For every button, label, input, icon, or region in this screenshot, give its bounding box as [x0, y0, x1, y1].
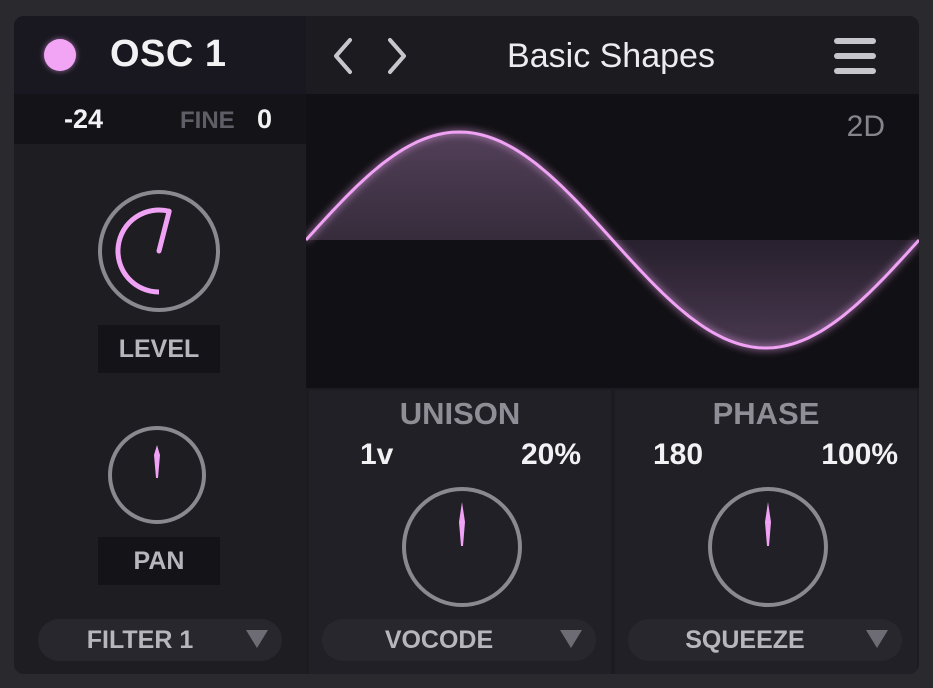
phase-value[interactable]: 180 [653, 438, 703, 472]
preset-bar: Basic Shapes [306, 16, 919, 94]
phase-section: PHASE 180 100% SQUEEZE [615, 390, 917, 674]
fine-value[interactable]: 0 [257, 104, 272, 135]
level-label: LEVEL [98, 325, 220, 373]
chevron-down-icon [560, 630, 582, 648]
view-mode-toggle[interactable]: 2D [847, 110, 885, 144]
osc-left-column: OSC 1 -24 FINE 0 LEVEL PAN FILTER 1 [14, 16, 306, 674]
chevron-down-icon [246, 630, 268, 648]
transpose-value[interactable]: -24 [64, 104, 103, 135]
unison-knob[interactable] [401, 486, 523, 608]
phase-title: PHASE [712, 396, 820, 431]
pan-knob[interactable] [107, 425, 207, 525]
level-knob[interactable] [96, 188, 222, 314]
unison-voices[interactable]: 1v [360, 438, 393, 472]
filter-route-dropdown[interactable]: FILTER 1 [38, 619, 282, 661]
fine-label: FINE [180, 107, 235, 134]
preset-name[interactable]: Basic Shapes [466, 36, 756, 76]
phase-knob[interactable] [707, 486, 829, 608]
waveform-fill-negative [612, 240, 919, 348]
osc-title: OSC 1 [110, 33, 227, 75]
unison-mode-value: VOCODE [384, 626, 494, 654]
unison-section: UNISON 1v 20% VOCODE [309, 390, 611, 674]
chevron-down-icon [866, 630, 888, 648]
prev-preset-button[interactable] [326, 36, 360, 76]
chevron-left-icon [334, 38, 352, 74]
chevron-right-icon [388, 38, 406, 74]
oscillator-panel: OSC 1 -24 FINE 0 LEVEL PAN FILTER 1 Basi… [14, 16, 919, 674]
phase-mode-value: SQUEEZE [685, 626, 805, 654]
waveform-display[interactable]: 2D [306, 94, 919, 388]
tuning-row: -24 FINE 0 [14, 94, 306, 144]
phase-random[interactable]: 100% [821, 438, 898, 472]
filter-route-value: FILTER 1 [86, 626, 194, 654]
menu-icon[interactable] [834, 38, 876, 74]
unison-detune[interactable]: 20% [521, 438, 581, 472]
waveform-fill-positive [306, 132, 613, 240]
unison-title: UNISON [399, 396, 521, 431]
osc-header: OSC 1 [14, 16, 306, 94]
osc-power-toggle[interactable] [44, 39, 76, 71]
unison-mode-dropdown[interactable]: VOCODE [322, 619, 596, 661]
pan-label: PAN [98, 537, 220, 585]
next-preset-button[interactable] [380, 36, 414, 76]
waveform-graph [306, 130, 919, 350]
phase-mode-dropdown[interactable]: SQUEEZE [628, 619, 902, 661]
